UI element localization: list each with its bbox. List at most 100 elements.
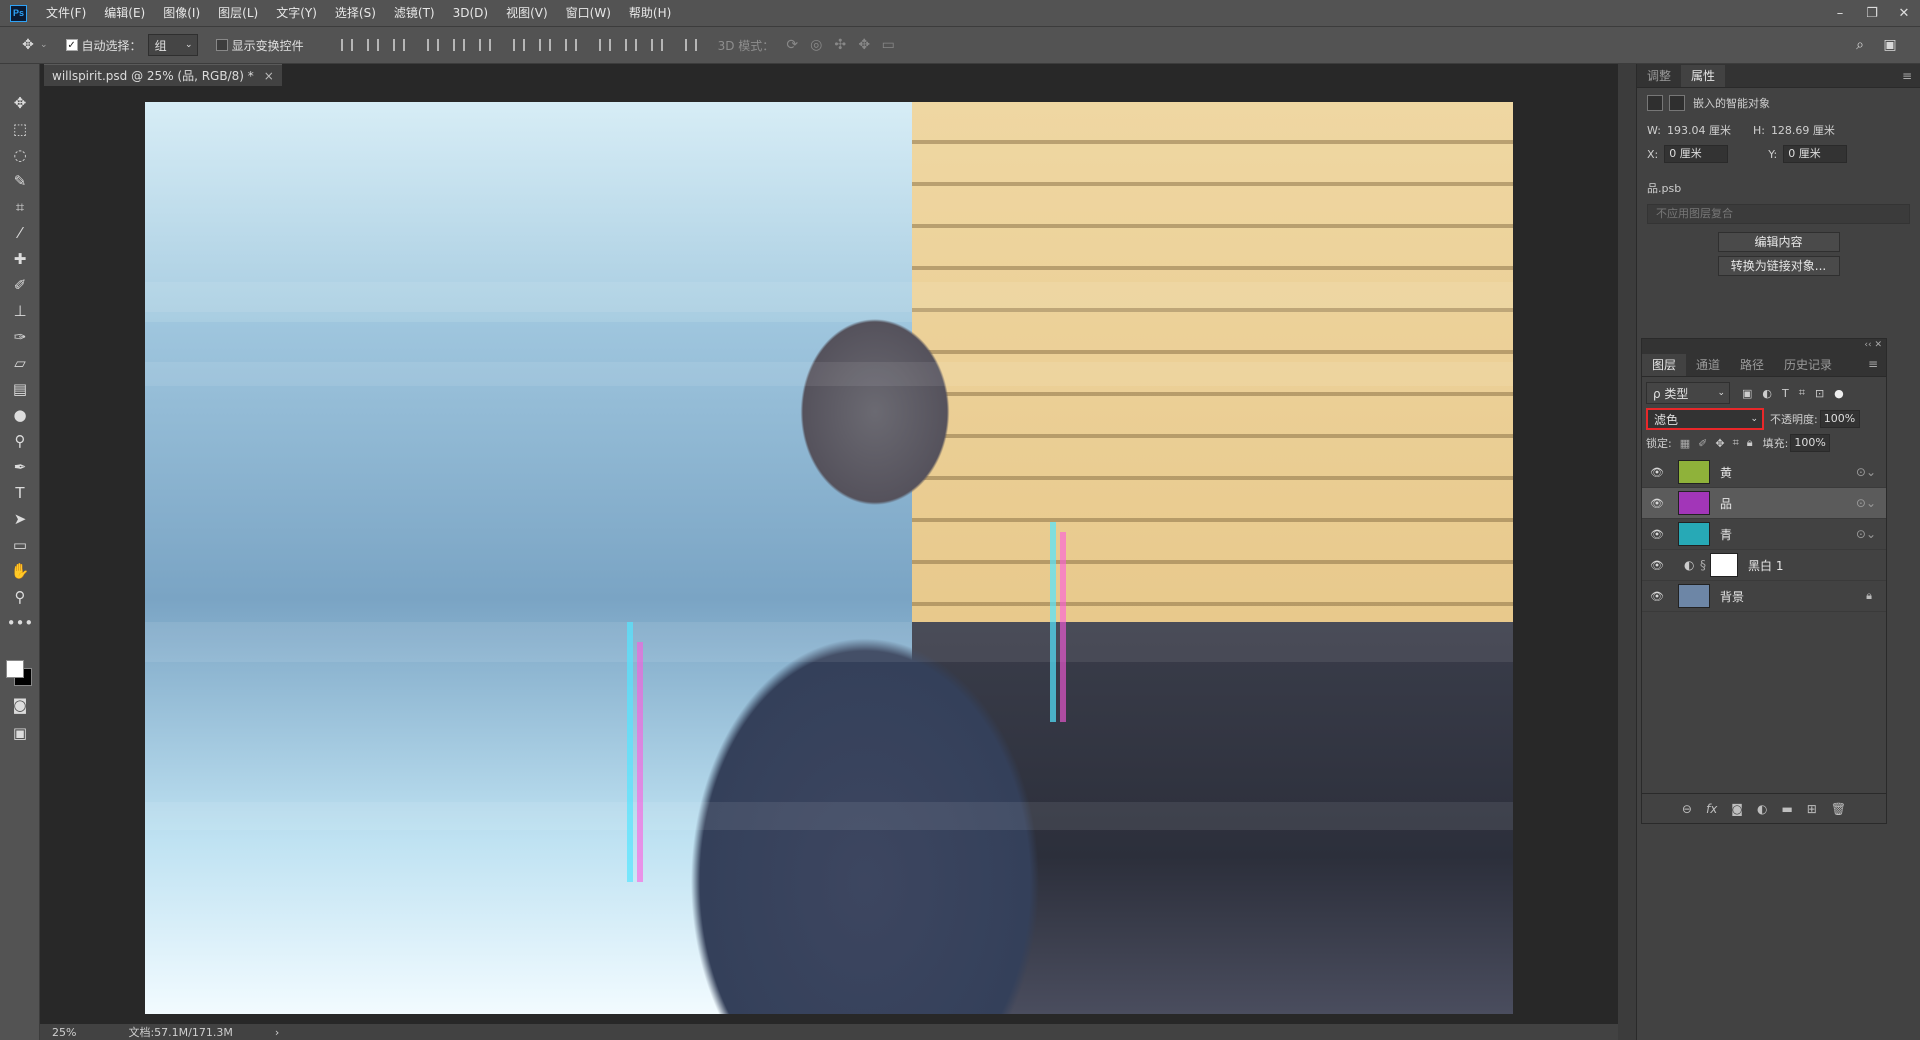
panel-menu-icon[interactable]: ≡ <box>1902 69 1912 83</box>
roll-3d-icon[interactable]: ◎ <box>804 33 828 57</box>
align-right-icon[interactable] <box>472 33 498 57</box>
canvas-image[interactable] <box>145 102 1513 1014</box>
link-icon[interactable]: § <box>1700 558 1706 572</box>
visibility-eye-icon[interactable]: 👁︎ <box>1650 497 1666 510</box>
visibility-eye-icon[interactable]: 👁︎ <box>1650 590 1666 603</box>
auto-select-dropdown[interactable]: 组 ⌄ <box>147 34 198 56</box>
layer-row-selected[interactable]: 👁︎ 品 ⊙⌄ <box>1642 488 1886 519</box>
link-layers-icon[interactable]: ⊖ <box>1682 802 1692 816</box>
smart-filter-icon[interactable]: ⊙⌄ <box>1856 465 1876 479</box>
type-tool-icon[interactable]: T <box>0 480 40 506</box>
distribute-bottom-icon[interactable] <box>558 33 584 57</box>
brush-tool-icon[interactable]: ✐ <box>0 272 40 298</box>
chevron-down-icon[interactable]: ⌄ <box>40 40 48 50</box>
pen-tool-icon[interactable]: ✒ <box>0 454 40 480</box>
x-field[interactable]: 0 厘米 <box>1664 145 1729 163</box>
layer-row[interactable]: 👁︎ 青 ⊙⌄ <box>1642 519 1886 550</box>
eraser-tool-icon[interactable]: ▱ <box>0 350 40 376</box>
menu-layer[interactable]: 图层(L) <box>209 0 267 26</box>
visibility-eye-icon[interactable]: 👁︎ <box>1650 559 1666 572</box>
menu-filter[interactable]: 滤镜(T) <box>385 0 444 26</box>
rectangle-tool-icon[interactable]: ▭ <box>0 532 40 558</box>
healing-brush-tool-icon[interactable]: ✚ <box>0 246 40 272</box>
convert-to-linked-button[interactable]: 转换为链接对象... <box>1717 256 1840 276</box>
menu-view[interactable]: 视图(V) <box>497 0 557 26</box>
lock-position-icon[interactable]: ✥ <box>1715 437 1724 450</box>
layer-row[interactable]: 👁︎ 黄 ⊙⌄ <box>1642 457 1886 488</box>
stamp-tool-icon[interactable]: ⊥ <box>0 298 40 324</box>
width-value[interactable]: 193.04 厘米 <box>1667 122 1753 138</box>
move-tool-icon[interactable]: ✥ <box>0 90 40 116</box>
menu-select[interactable]: 选择(S) <box>326 0 385 26</box>
distribute-right-icon[interactable] <box>644 33 670 57</box>
menu-edit[interactable]: 编辑(E) <box>95 0 154 26</box>
filter-adjustment-icon[interactable]: ◐ <box>1762 387 1772 400</box>
camera-3d-icon[interactable]: ▭ <box>876 33 900 57</box>
edit-contents-button[interactable]: 编辑内容 <box>1717 232 1840 252</box>
zoom-tool-icon[interactable]: ⚲ <box>0 584 40 610</box>
blur-tool-icon[interactable]: ● <box>0 402 40 428</box>
align-left-icon[interactable] <box>420 33 446 57</box>
distribute-vcenter-icon[interactable] <box>532 33 558 57</box>
align-top-icon[interactable] <box>334 33 360 57</box>
drag-3d-icon[interactable]: ✣ <box>828 33 852 57</box>
lock-artboard-icon[interactable]: ⌗ <box>1733 436 1739 450</box>
lock-image-icon[interactable]: ✐ <box>1698 437 1707 450</box>
quick-select-tool-icon[interactable]: ✎ <box>0 168 40 194</box>
restore-button[interactable]: ❐ <box>1856 0 1888 26</box>
lasso-tool-icon[interactable]: ◌ <box>0 142 40 168</box>
dodge-tool-icon[interactable]: ⚲ <box>0 428 40 454</box>
menu-type[interactable]: 文字(Y) <box>267 0 326 26</box>
lock-transparent-icon[interactable]: ▦ <box>1680 437 1690 450</box>
quick-mask-icon[interactable]: ◙ <box>0 692 40 718</box>
search-icon[interactable]: ⌕ <box>1848 33 1872 57</box>
layer-mask-thumbnail[interactable] <box>1710 553 1738 577</box>
move-tool-icon[interactable]: ✥ <box>16 33 40 57</box>
visibility-eye-icon[interactable]: 👁︎ <box>1650 466 1666 479</box>
show-transform-checkbox[interactable]: ✓ <box>215 39 228 51</box>
path-select-tool-icon[interactable]: ➤ <box>0 506 40 532</box>
close-tab-icon[interactable]: × <box>264 69 274 83</box>
eyedropper-tool-icon[interactable]: ⁄ <box>0 220 40 246</box>
menu-image[interactable]: 图像(I) <box>154 0 209 26</box>
opacity-field[interactable]: 100% <box>1819 410 1860 428</box>
screen-mode-icon[interactable]: ▣ <box>0 720 40 746</box>
crop-tool-icon[interactable]: ⌗ <box>0 194 40 220</box>
filter-type-icon[interactable]: T <box>1782 387 1789 400</box>
tab-properties[interactable]: 属性 <box>1681 65 1726 87</box>
y-field[interactable]: 0 厘米 <box>1783 145 1848 163</box>
smart-filter-icon[interactable]: ⊙⌄ <box>1856 496 1876 510</box>
tab-paths[interactable]: 路径 <box>1730 354 1774 376</box>
orbit-3d-icon[interactable]: ⟳ <box>780 33 804 57</box>
height-value[interactable]: 128.69 厘米 <box>1771 122 1835 138</box>
menu-file[interactable]: 文件(F) <box>37 0 95 26</box>
adjustment-icon[interactable]: ◐ <box>1757 802 1767 816</box>
align-bottom-icon[interactable] <box>386 33 412 57</box>
minimize-button[interactable]: – <box>1824 0 1856 26</box>
smart-filter-icon[interactable]: ⊙⌄ <box>1856 527 1876 541</box>
panel-collapse-bar[interactable]: ‹‹ ✕ <box>1642 339 1886 351</box>
fx-icon[interactable]: fx <box>1706 802 1717 816</box>
distribute-top-icon[interactable] <box>506 33 532 57</box>
document-tab[interactable]: willspirit.psd @ 25% (品, RGB/8) * × <box>44 64 282 86</box>
auto-align-icon[interactable] <box>678 33 704 57</box>
menu-window[interactable]: 窗口(W) <box>557 0 620 26</box>
mask-icon[interactable] <box>1669 95 1685 111</box>
tab-history[interactable]: 历史记录 <box>1774 354 1842 376</box>
filter-toggle-icon[interactable]: ● <box>1834 387 1844 400</box>
marquee-tool-icon[interactable]: ⬚ <box>0 116 40 142</box>
foreground-color-swatch[interactable] <box>6 660 24 678</box>
workspace-icon[interactable]: ▣ <box>1878 33 1902 57</box>
add-mask-icon[interactable]: ◙ <box>1731 802 1743 816</box>
distribute-left-icon[interactable] <box>592 33 618 57</box>
menu-help[interactable]: 帮助(H) <box>620 0 680 26</box>
history-brush-tool-icon[interactable]: ✑ <box>0 324 40 350</box>
lock-all-icon[interactable]: 🔒︎ <box>1747 436 1753 450</box>
new-layer-icon[interactable]: ⊞ <box>1807 802 1817 816</box>
menu-3d[interactable]: 3D(D) <box>444 0 497 26</box>
filter-pixel-icon[interactable]: ▣ <box>1742 387 1752 400</box>
close-window-button[interactable]: ✕ <box>1888 0 1920 26</box>
layer-filter-dropdown[interactable]: ρ 类型 ⌄ <box>1646 382 1730 404</box>
auto-select-checkbox[interactable]: ✓ <box>65 39 78 51</box>
more-tools-icon[interactable]: ••• <box>0 610 40 636</box>
